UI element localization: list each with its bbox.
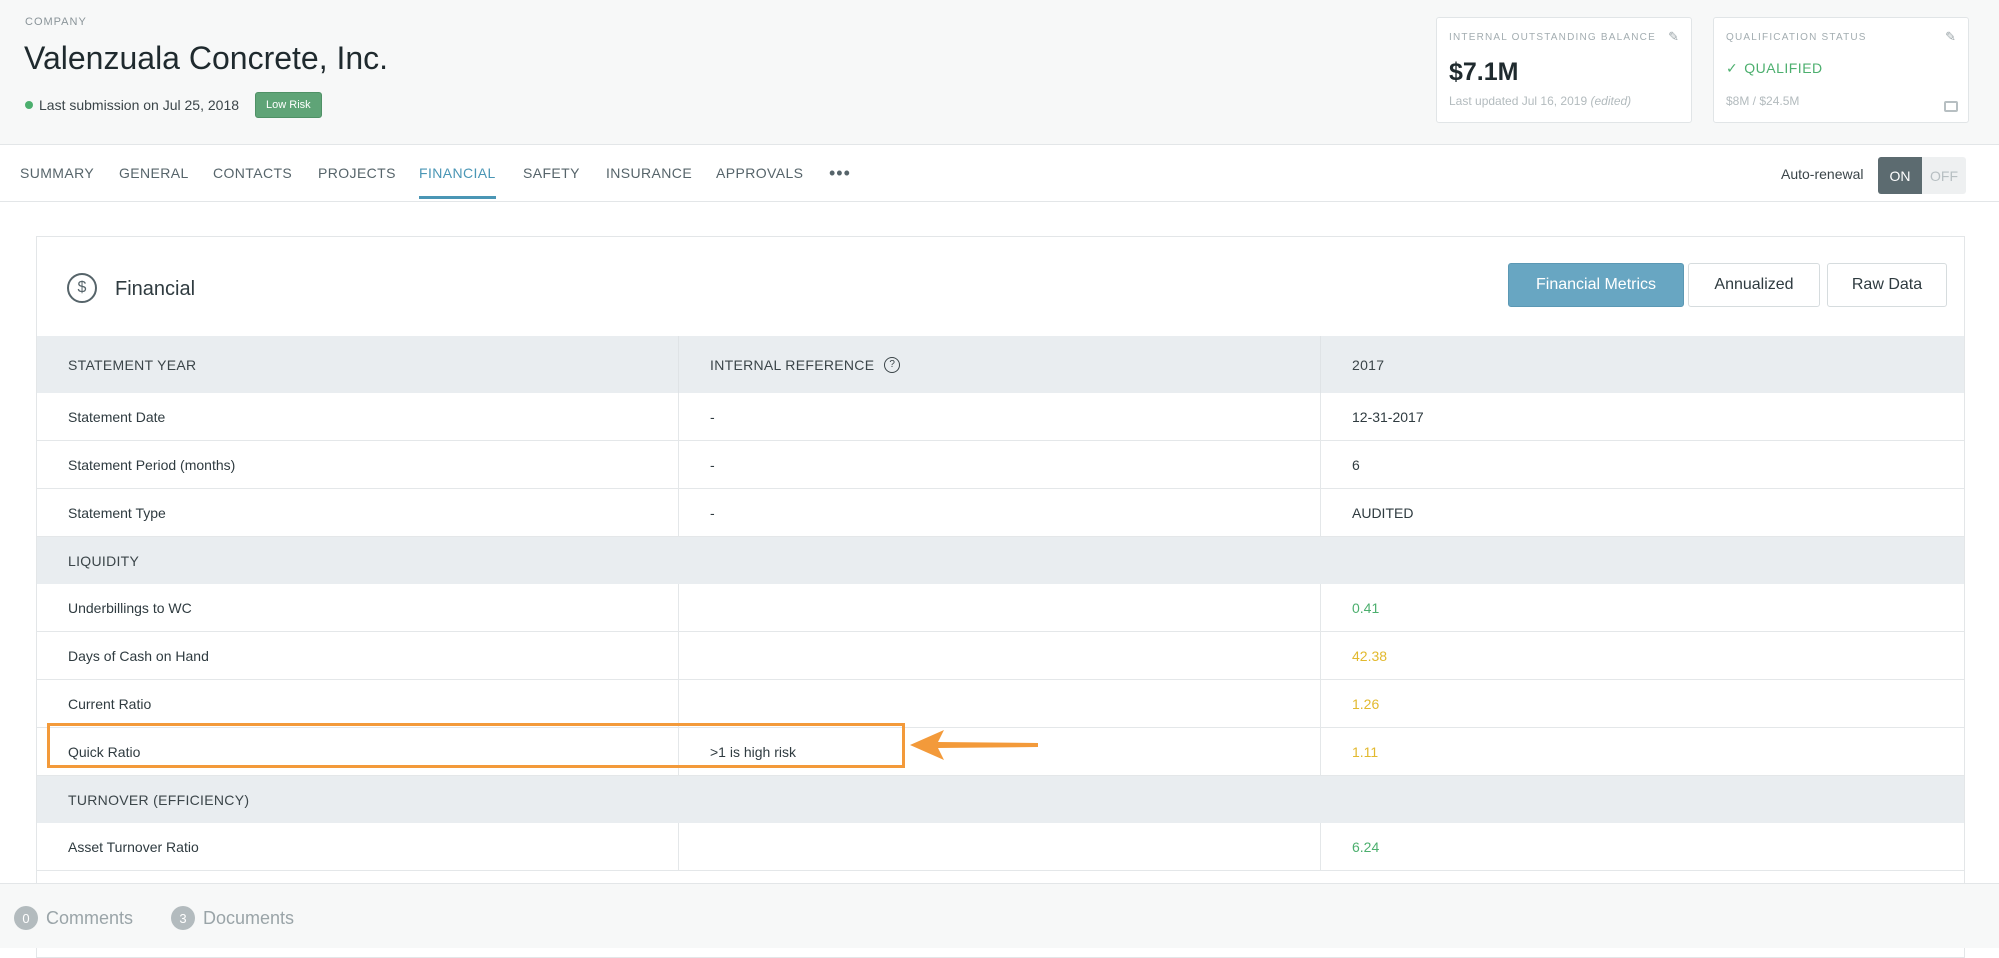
table-header-row: STATEMENT YEAR INTERNAL REFERENCE ? 2017 [37, 336, 1964, 393]
company-header: COMPANY Valenzuala Concrete, Inc. Last s… [0, 0, 1999, 145]
header-internal-reference: INTERNAL REFERENCE ? [678, 336, 1320, 393]
row-label: Statement Period (months) [68, 456, 236, 473]
tab-projects[interactable]: PROJECTS [318, 165, 396, 181]
tab-contacts[interactable]: CONTACTS [213, 165, 292, 181]
balance-edited-note: (edited) [1590, 94, 1632, 108]
tab-general[interactable]: GENERAL [119, 165, 189, 181]
table-row: Days of Cash on Hand 42.38 [37, 632, 1964, 680]
edit-qualification-pencil-icon[interactable]: ✎ [1945, 29, 1956, 45]
financial-title: Financial [115, 278, 196, 300]
qualification-status-text: QUALIFIED [1744, 60, 1823, 76]
comments-count-badge: 0 [14, 906, 38, 930]
row-reference: - [678, 393, 1320, 440]
balance-updated: Last updated Jul 16, 2019 (edited) [1449, 94, 1631, 108]
check-icon: ✓ [1726, 60, 1739, 76]
section-row-turnover: TURNOVER (EFFICIENCY) [37, 776, 1964, 823]
row-reference: - [678, 489, 1320, 536]
annualized-button[interactable]: Annualized [1688, 263, 1820, 307]
auto-renewal-on-toggle[interactable]: ON [1878, 157, 1922, 194]
annotation-arrow-icon [910, 730, 1038, 760]
tab-insurance[interactable]: INSURANCE [606, 165, 692, 181]
row-label: Quick Ratio [68, 743, 141, 760]
row-reference [678, 680, 1320, 727]
table-row: Statement Type - AUDITED [37, 489, 1964, 537]
qualification-card: QUALIFICATION STATUS ✎ ✓ QUALIFIED $8M / … [1713, 17, 1969, 123]
row-value: 6.24 [1320, 823, 1964, 870]
help-icon[interactable]: ? [884, 356, 901, 373]
status-dot-icon [25, 101, 33, 109]
balance-updated-date: Last updated Jul 16, 2019 [1449, 94, 1588, 108]
balance-label: INTERNAL OUTSTANDING BALANCE [1449, 32, 1656, 43]
auto-renewal-label: Auto-renewal [1781, 166, 1864, 182]
financial-panel: $ Financial Financial Metrics Annualized… [36, 236, 1965, 958]
documents-label: Documents [203, 907, 295, 928]
dollar-circle-icon: $ [67, 273, 97, 303]
section-label: TURNOVER (EFFICIENCY) [68, 791, 250, 808]
row-label: Current Ratio [68, 695, 152, 712]
table-row: Current Ratio 1.26 [37, 680, 1964, 728]
edit-balance-pencil-icon[interactable]: ✎ [1668, 29, 1679, 45]
header-statement-year: STATEMENT YEAR [68, 356, 197, 373]
header-internal-reference-label: INTERNAL REFERENCE [710, 356, 875, 373]
comment-icon[interactable] [1944, 101, 1958, 112]
tab-approvals[interactable]: APPROVALS [716, 165, 803, 181]
row-reference: - [678, 441, 1320, 488]
row-value: 42.38 [1320, 632, 1964, 679]
row-reference [678, 823, 1320, 870]
raw-data-button[interactable]: Raw Data [1827, 263, 1947, 307]
company-label: COMPANY [25, 16, 87, 28]
table-row: Asset Turnover Ratio 6.24 [37, 823, 1964, 871]
tab-bar: SUMMARY GENERAL CONTACTS PROJECTS FINANC… [0, 145, 1999, 202]
footer-bar: 0 Comments 3 Documents [0, 883, 1999, 948]
more-tabs-icon[interactable]: ••• [829, 163, 851, 184]
row-label: Days of Cash on Hand [68, 647, 209, 664]
section-row-liquidity: LIQUIDITY [37, 537, 1964, 584]
tab-financial[interactable]: FINANCIAL [419, 165, 496, 199]
row-reference [678, 632, 1320, 679]
qualification-status: ✓ QUALIFIED [1726, 60, 1823, 77]
tab-summary[interactable]: SUMMARY [20, 165, 94, 181]
company-name: Valenzuala Concrete, Inc. [24, 40, 389, 76]
financial-metrics-button[interactable]: Financial Metrics [1508, 263, 1684, 307]
row-label: Statement Type [68, 504, 166, 521]
row-value: 1.26 [1320, 680, 1964, 727]
documents-count-badge: 3 [171, 906, 195, 930]
row-value: 1.11 [1320, 728, 1964, 775]
row-value: 6 [1320, 441, 1964, 488]
submission-status: Last submission on Jul 25, 2018 Low Risk [25, 92, 322, 118]
row-label: Asset Turnover Ratio [68, 838, 199, 855]
row-label: Underbillings to WC [68, 599, 192, 616]
auto-renewal-off-toggle[interactable]: OFF [1922, 157, 1966, 194]
table-row: Statement Period (months) - 6 [37, 441, 1964, 489]
qualification-range: $8M / $24.5M [1726, 94, 1800, 108]
table-row: Underbillings to WC 0.41 [37, 584, 1964, 632]
row-reference [678, 584, 1320, 631]
table-row: Statement Date - 12-31-2017 [37, 393, 1964, 441]
balance-card: INTERNAL OUTSTANDING BALANCE ✎ $7.1M Las… [1436, 17, 1692, 123]
comments-link[interactable]: 0 Comments [14, 906, 133, 930]
risk-badge: Low Risk [255, 92, 322, 118]
comments-label: Comments [46, 907, 134, 928]
row-value: 12-31-2017 [1320, 393, 1964, 440]
financial-table: STATEMENT YEAR INTERNAL REFERENCE ? 2017… [37, 336, 1964, 871]
row-value: 0.41 [1320, 584, 1964, 631]
tab-safety[interactable]: SAFETY [523, 165, 580, 181]
documents-link[interactable]: 3 Documents [171, 906, 294, 930]
qualification-label: QUALIFICATION STATUS [1726, 32, 1867, 43]
submission-text: Last submission on Jul 25, 2018 [39, 97, 240, 113]
balance-value: $7.1M [1449, 58, 1519, 86]
header-year: 2017 [1320, 336, 1964, 393]
section-label: LIQUIDITY [68, 552, 140, 569]
row-value: AUDITED [1320, 489, 1964, 536]
row-label: Statement Date [68, 408, 166, 425]
